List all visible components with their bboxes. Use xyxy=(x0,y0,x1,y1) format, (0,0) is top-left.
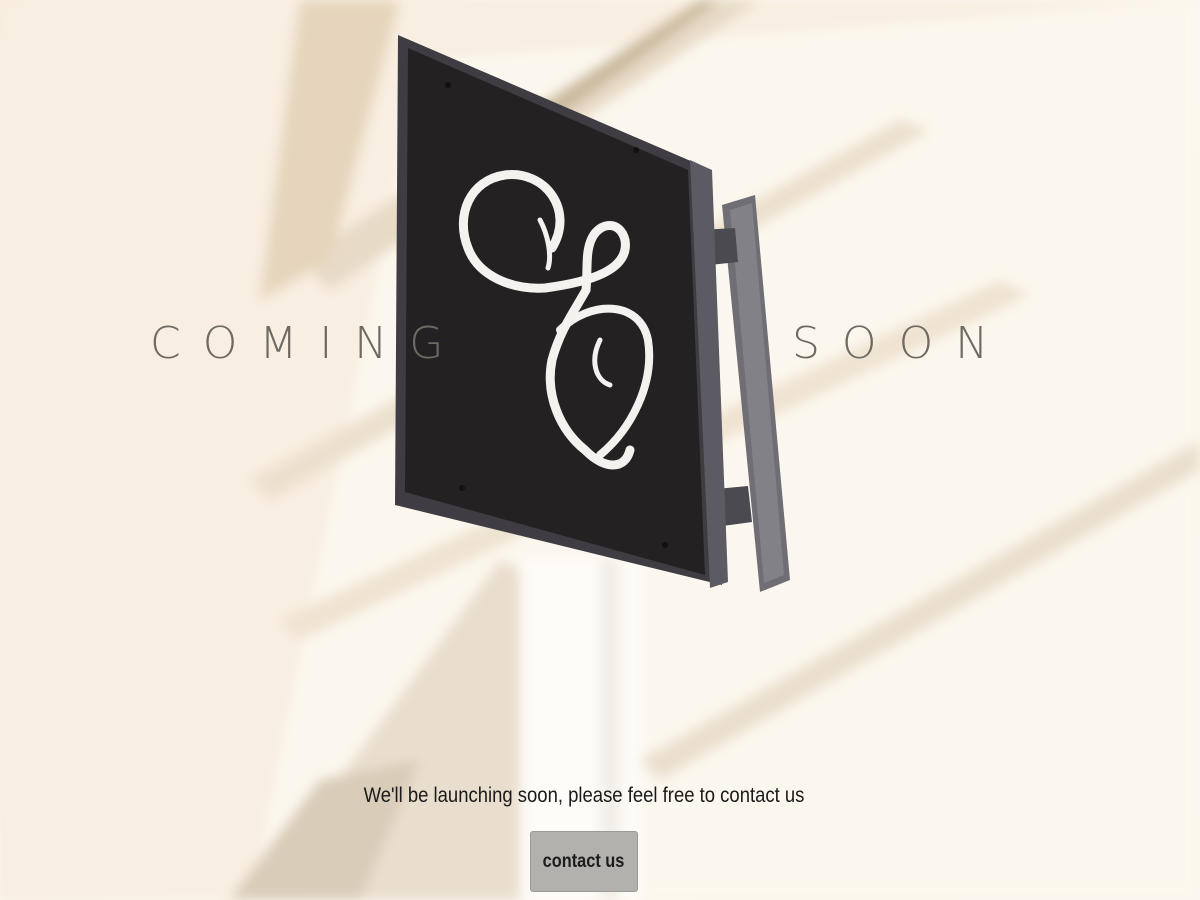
headline-soon: SOON xyxy=(792,318,1011,369)
launch-message: We'll be launching soon, please feel fre… xyxy=(363,784,805,807)
contact-us-button-label: contact us xyxy=(543,850,625,872)
headline-coming: COMING xyxy=(150,318,466,369)
contact-us-button[interactable]: contact us xyxy=(530,831,638,892)
hanging-sign xyxy=(0,0,1200,900)
coming-soon-page: COMING SOON We'll be launching soon, ple… xyxy=(0,0,1200,900)
